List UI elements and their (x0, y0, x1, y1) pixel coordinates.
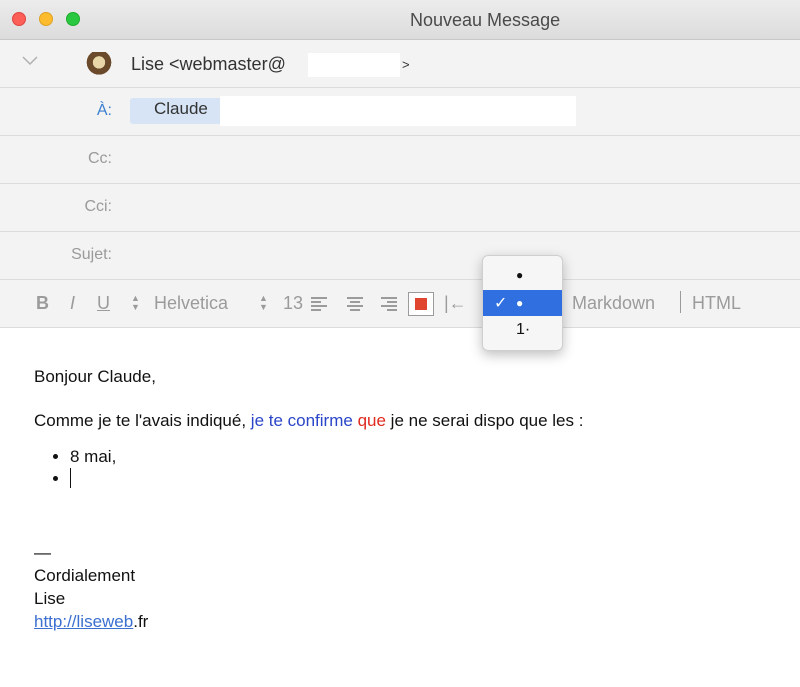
toolbar-divider (680, 291, 681, 313)
font-selector[interactable]: Helvetica (154, 293, 228, 314)
from-row: Lise <webmaster@ > (0, 40, 800, 88)
underline-button[interactable]: U (97, 293, 110, 314)
recipient-name[interactable]: Claude (154, 99, 208, 119)
to-row: À: Claude (0, 88, 800, 136)
redacted-block (220, 96, 576, 126)
body-text-end: je ne serai dispo que les : (385, 411, 584, 430)
avatar (86, 52, 112, 78)
signature: — Cordialement Lise http://liseweb.fr (34, 541, 148, 633)
list-item-empty (70, 468, 774, 490)
bullet-list: 8 mai, (34, 446, 774, 490)
align-center-icon[interactable] (347, 297, 363, 311)
size-stepper-icon[interactable]: ▲ ▼ (259, 294, 268, 312)
menu-item-bullet-selected[interactable]: ✓ ● (483, 290, 562, 316)
list-style-menu: ● ✓ ● 1· (482, 255, 563, 351)
format-toolbar: B I U ▲ ▼ Helvetica ▲ ▼ 13 |← Markdown HTM… (0, 280, 800, 328)
align-left-icon[interactable] (311, 297, 327, 311)
numbered-list-icon: 1· (516, 321, 531, 338)
menu-item-bullet-round[interactable]: ● (483, 262, 562, 288)
title-bar: Nouveau Message (0, 0, 800, 40)
bullet-icon: ● (516, 296, 524, 310)
bcc-label: Cci: (84, 198, 112, 215)
subject-label: Sujet: (71, 246, 112, 263)
body-text: Comme je te l'avais indiqué, (34, 411, 251, 430)
checkmark-icon: ✓ (494, 295, 508, 312)
list-item: 8 mai, (70, 446, 774, 468)
link-tail: .fr (133, 612, 149, 631)
text-color-button[interactable] (408, 292, 434, 316)
text-caret (70, 468, 71, 488)
to-label: À: (96, 102, 112, 119)
body-line: Comme je te l'avais indiqué, je te confi… (34, 410, 774, 432)
window-title: Nouveau Message (410, 10, 561, 30)
signature-closing: Cordialement (34, 566, 136, 585)
bcc-row[interactable]: Cci: (0, 184, 800, 232)
message-body[interactable]: Bonjour Claude, Comme je te l'avais indi… (34, 366, 774, 490)
bullet-icon: ● (516, 268, 524, 282)
align-right-icon[interactable] (381, 297, 397, 311)
from-address[interactable]: Lise <webmaster@ (131, 54, 286, 75)
from-address-end: > (402, 57, 410, 72)
blue-text: je te confirme (250, 411, 353, 430)
bold-button[interactable]: B (36, 293, 49, 314)
message-header: Lise <webmaster@ > À: Claude Cc: Cci: Su… (0, 40, 800, 328)
cc-label: Cc: (88, 150, 112, 167)
chevron-down-icon[interactable] (22, 56, 38, 66)
markdown-button[interactable]: Markdown (572, 293, 655, 314)
signature-dash: — (34, 543, 51, 562)
html-button[interactable]: HTML (692, 293, 741, 314)
signature-link-line: http://liseweb.fr (34, 610, 148, 633)
size-selector[interactable]: 13 (283, 293, 303, 314)
redacted-block (308, 53, 400, 77)
greeting-line: Bonjour Claude, (34, 367, 156, 386)
italic-button[interactable]: I (70, 293, 75, 314)
outdent-button[interactable]: |← (444, 293, 467, 314)
website-link[interactable]: http://liseweb (34, 612, 133, 631)
menu-item-numbered[interactable]: 1· (483, 318, 562, 344)
signature-name: Lise (34, 589, 66, 608)
color-swatch (415, 298, 427, 310)
cc-row[interactable]: Cc: (0, 136, 800, 184)
subject-row[interactable]: Sujet: (0, 232, 800, 280)
font-stepper-icon[interactable]: ▲ ▼ (131, 294, 140, 312)
red-text: que (357, 411, 386, 430)
